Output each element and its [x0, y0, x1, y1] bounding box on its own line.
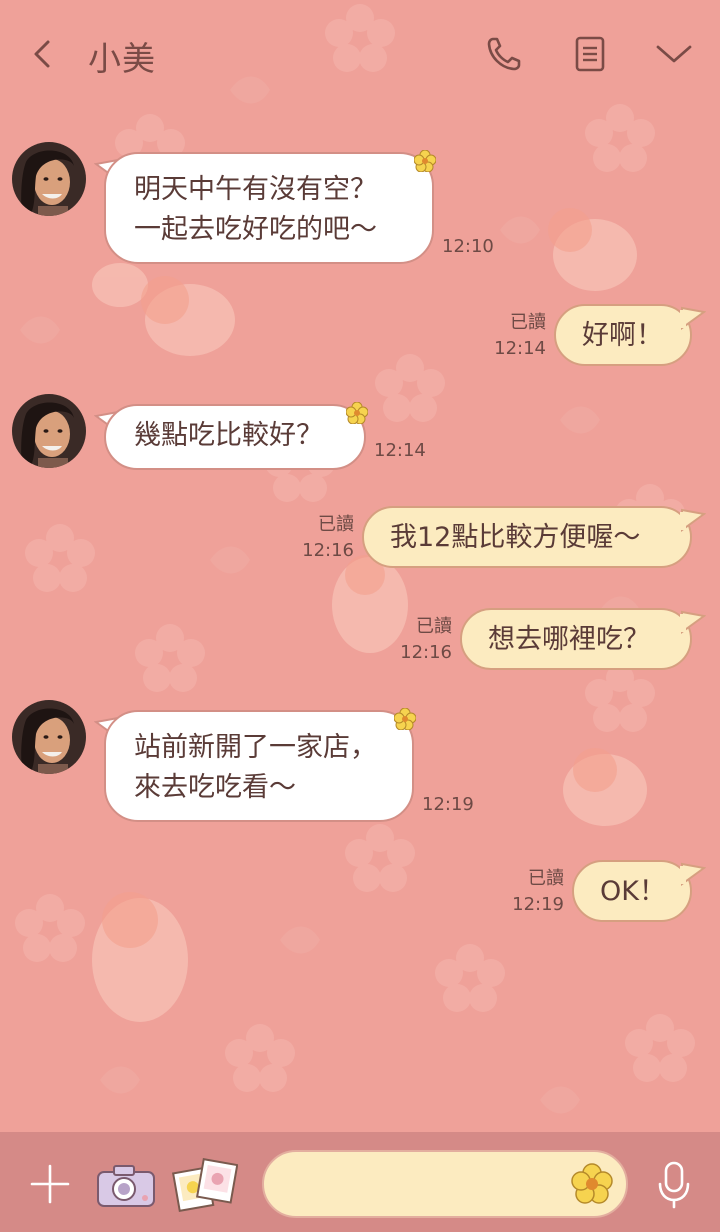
chat-title: 小美 — [88, 39, 156, 78]
microphone-icon[interactable] — [656, 1160, 692, 1210]
message-bubble-incoming[interactable]: 幾點吃比較好？ — [104, 404, 366, 470]
message-text: 我12點比較方便喔～ — [390, 522, 641, 553]
chevron-down-icon[interactable] — [652, 36, 696, 72]
message-bubble-outgoing[interactable]: OK！ — [572, 860, 692, 922]
phone-icon[interactable] — [484, 34, 524, 74]
message-bubble-incoming[interactable]: 明天中午有沒有空？ 一起去吃好吃的吧～ — [104, 152, 434, 264]
notes-icon[interactable] — [570, 34, 610, 74]
plus-icon[interactable] — [28, 1162, 72, 1206]
contact-avatar[interactable] — [12, 142, 86, 216]
read-label: 已讀 — [528, 868, 564, 889]
flower-icon — [346, 402, 368, 424]
message-bubble-incoming[interactable]: 站前新開了一家店， 來去吃吃看～ — [104, 710, 414, 822]
read-label: 已讀 — [318, 514, 354, 535]
message-bubble-outgoing[interactable]: 我12點比較方便喔～ — [362, 506, 692, 568]
message-time: 12:14 — [374, 440, 426, 461]
message-bubble-outgoing[interactable]: 想去哪裡吃？ — [460, 608, 692, 670]
message-line: 站前新開了一家店， — [134, 732, 377, 763]
chat-header: 小美 — [0, 0, 720, 108]
message-text: 想去哪裡吃？ — [488, 624, 650, 655]
back-icon[interactable] — [26, 34, 58, 74]
message-time: 12:19 — [512, 894, 564, 915]
message-bubble-outgoing[interactable]: 好啊！ — [554, 304, 692, 366]
message-line: 明天中午有沒有空？ — [134, 174, 377, 205]
read-receipt: 已讀 12:19 — [512, 866, 564, 918]
bubble-tail — [680, 306, 706, 330]
flower-icon — [414, 150, 436, 172]
message-time: 12:16 — [302, 540, 354, 561]
message-time: 12:14 — [494, 338, 546, 359]
bubble-tail — [680, 508, 706, 532]
read-receipt: 已讀 12:16 — [302, 512, 354, 564]
message-time: 12:19 — [422, 794, 474, 815]
read-receipt: 已讀 12:16 — [400, 614, 452, 666]
read-label: 已讀 — [416, 616, 452, 637]
message-text: OK！ — [600, 876, 666, 907]
flower-icon[interactable] — [570, 1162, 614, 1206]
message-line: 幾點吃比較好？ — [134, 420, 323, 451]
flower-icon — [394, 708, 416, 730]
message-time: 12:10 — [442, 236, 494, 257]
message-composer-bar — [0, 1132, 720, 1232]
message-time: 12:16 — [400, 642, 452, 663]
bubble-tail — [680, 610, 706, 634]
bubble-tail — [680, 862, 706, 886]
message-line: 來去吃吃看～ — [134, 772, 296, 803]
read-receipt: 已讀 12:14 — [494, 310, 546, 362]
contact-avatar[interactable] — [12, 394, 86, 468]
contact-avatar[interactable] — [12, 700, 86, 774]
camera-icon[interactable] — [94, 1162, 158, 1210]
photo-icon[interactable] — [172, 1156, 238, 1212]
message-text: 好啊！ — [582, 320, 663, 351]
read-label: 已讀 — [510, 312, 546, 333]
message-line: 一起去吃好吃的吧～ — [134, 214, 377, 245]
